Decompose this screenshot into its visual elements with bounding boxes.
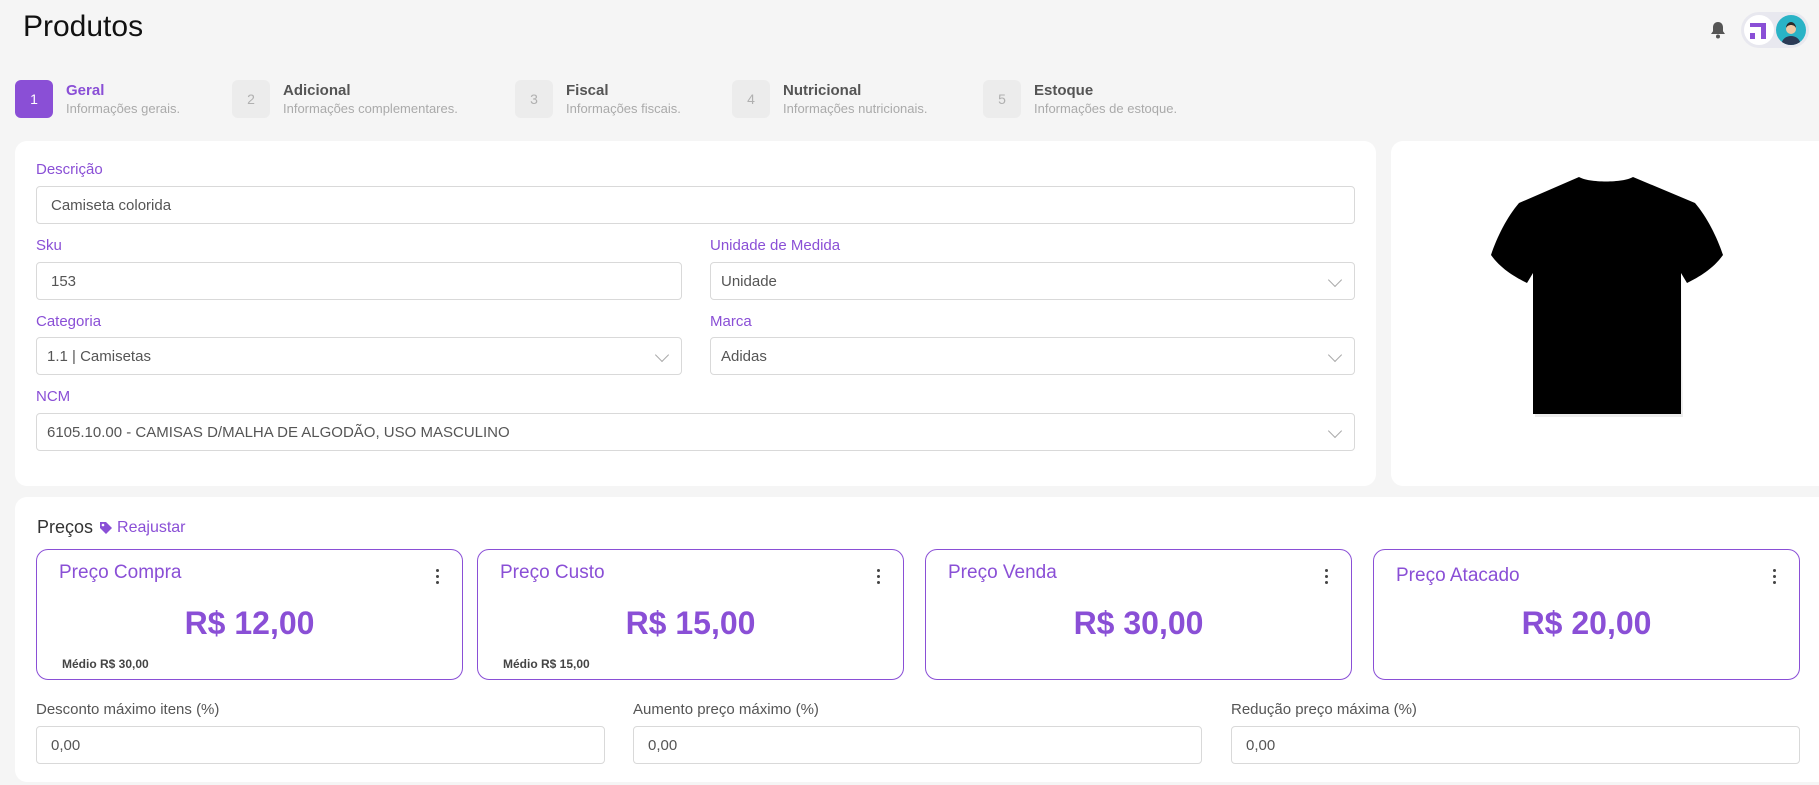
price-title: Preço Compra: [59, 562, 182, 583]
reajustar-button[interactable]: Reajustar: [99, 518, 186, 537]
tag-icon: [100, 521, 113, 534]
marca-value: Adidas: [721, 347, 767, 365]
price-value: R$ 12,00: [184, 605, 315, 641]
price-value: R$ 30,00: [1073, 605, 1204, 641]
price-card-compra: Preço Compra R$ 12,00 Médio R$ 30,00: [36, 549, 463, 680]
price-title: Preço Atacado: [1396, 565, 1520, 586]
step-subtitle: Informações de estoque.: [1034, 101, 1178, 116]
desconto-label: Desconto máximo itens (%): [36, 701, 220, 718]
price-average: Médio R$ 30,00: [62, 657, 149, 671]
ncm-label: NCM: [36, 388, 71, 405]
product-image-card[interactable]: [1391, 141, 1819, 486]
prices-title: Preços: [37, 517, 94, 537]
sku-input[interactable]: 153: [36, 262, 682, 300]
step-number: 2: [232, 80, 270, 118]
step-title: Adicional: [283, 82, 351, 99]
prices-header: Preços Reajustar: [37, 517, 186, 538]
step-subtitle: Informações nutricionais.: [783, 101, 928, 116]
aumento-input[interactable]: 0,00: [633, 726, 1202, 764]
more-vertical-icon[interactable]: [430, 566, 444, 586]
categoria-label: Categoria: [36, 313, 102, 330]
product-image: [1461, 171, 1751, 461]
price-card-atacado: Preço Atacado R$ 20,00: [1373, 549, 1800, 680]
step-subtitle: Informações complementares.: [283, 101, 458, 116]
step-number: 5: [983, 80, 1021, 118]
price-title: Preço Venda: [948, 562, 1057, 583]
marca-select[interactable]: Adidas: [710, 337, 1355, 375]
reducao-input[interactable]: 0,00: [1231, 726, 1800, 764]
price-value: R$ 15,00: [625, 605, 756, 641]
user-menu[interactable]: [1741, 12, 1809, 48]
unidade-select[interactable]: Unidade: [710, 262, 1355, 300]
step-subtitle: Informações fiscais.: [566, 101, 681, 116]
desconto-input[interactable]: 0,00: [36, 726, 605, 764]
reajustar-label: Reajustar: [117, 518, 186, 536]
unidade-label: Unidade de Medida: [710, 237, 841, 254]
price-card-venda: Preço Venda R$ 30,00: [925, 549, 1352, 680]
prices-card: Preços Reajustar Preço Compra R$ 12,00 M…: [15, 497, 1819, 782]
chevron-down-icon: [1327, 272, 1343, 288]
step-adicional[interactable]: 2 Adicional Informações complementares.: [232, 80, 458, 118]
more-vertical-icon[interactable]: [871, 566, 885, 586]
reducao-label: Redução preço máxima (%): [1231, 701, 1417, 718]
categoria-value: 1.1 | Camisetas: [47, 347, 151, 365]
descricao-label: Descrição: [36, 161, 103, 178]
step-nutricional[interactable]: 4 Nutricional Informações nutricionais.: [732, 80, 928, 118]
page-title: Produtos: [23, 10, 144, 43]
unidade-value: Unidade: [721, 272, 777, 290]
descricao-input[interactable]: Camiseta colorida: [36, 186, 1355, 224]
step-number: 4: [732, 80, 770, 118]
more-vertical-icon[interactable]: [1319, 566, 1333, 586]
chevron-down-icon: [654, 347, 670, 363]
step-estoque[interactable]: 5 Estoque Informações de estoque.: [983, 80, 1177, 118]
stepper: 1 Geral Informações gerais. 2 Adicional In…: [15, 80, 1315, 120]
step-title: Nutricional: [783, 82, 862, 99]
company-logo: [1744, 15, 1774, 45]
price-value: R$ 20,00: [1521, 605, 1652, 641]
avatar: [1776, 15, 1806, 45]
sku-label: Sku: [36, 237, 62, 254]
step-number: 3: [515, 80, 553, 118]
ncm-value: 6105.10.00 - CAMISAS D/MALHA DE ALGODÃO,…: [47, 423, 510, 441]
chevron-down-icon: [1327, 423, 1343, 439]
step-subtitle: Informações gerais.: [66, 101, 181, 116]
price-title: Preço Custo: [500, 562, 605, 583]
step-fiscal[interactable]: 3 Fiscal Informações fiscais.: [515, 80, 681, 118]
price-average: Médio R$ 15,00: [503, 657, 590, 671]
more-vertical-icon[interactable]: [1767, 566, 1781, 586]
aumento-label: Aumento preço máximo (%): [633, 701, 819, 718]
step-number: 1: [15, 80, 53, 118]
categoria-select[interactable]: 1.1 | Camisetas: [36, 337, 682, 375]
marca-label: Marca: [710, 313, 752, 330]
step-title: Estoque: [1034, 82, 1094, 99]
chevron-down-icon: [1327, 347, 1343, 363]
step-title: Geral: [66, 82, 105, 99]
topbar-actions: [1707, 12, 1809, 48]
general-info-card: Descrição Camiseta colorida Sku 153 Unid…: [15, 141, 1376, 486]
bell-icon[interactable]: [1707, 19, 1729, 41]
price-card-custo: Preço Custo R$ 15,00 Médio R$ 15,00: [477, 549, 904, 680]
ncm-select[interactable]: 6105.10.00 - CAMISAS D/MALHA DE ALGODÃO,…: [36, 413, 1355, 451]
step-geral[interactable]: 1 Geral Informações gerais.: [15, 80, 180, 118]
step-title: Fiscal: [566, 82, 609, 99]
